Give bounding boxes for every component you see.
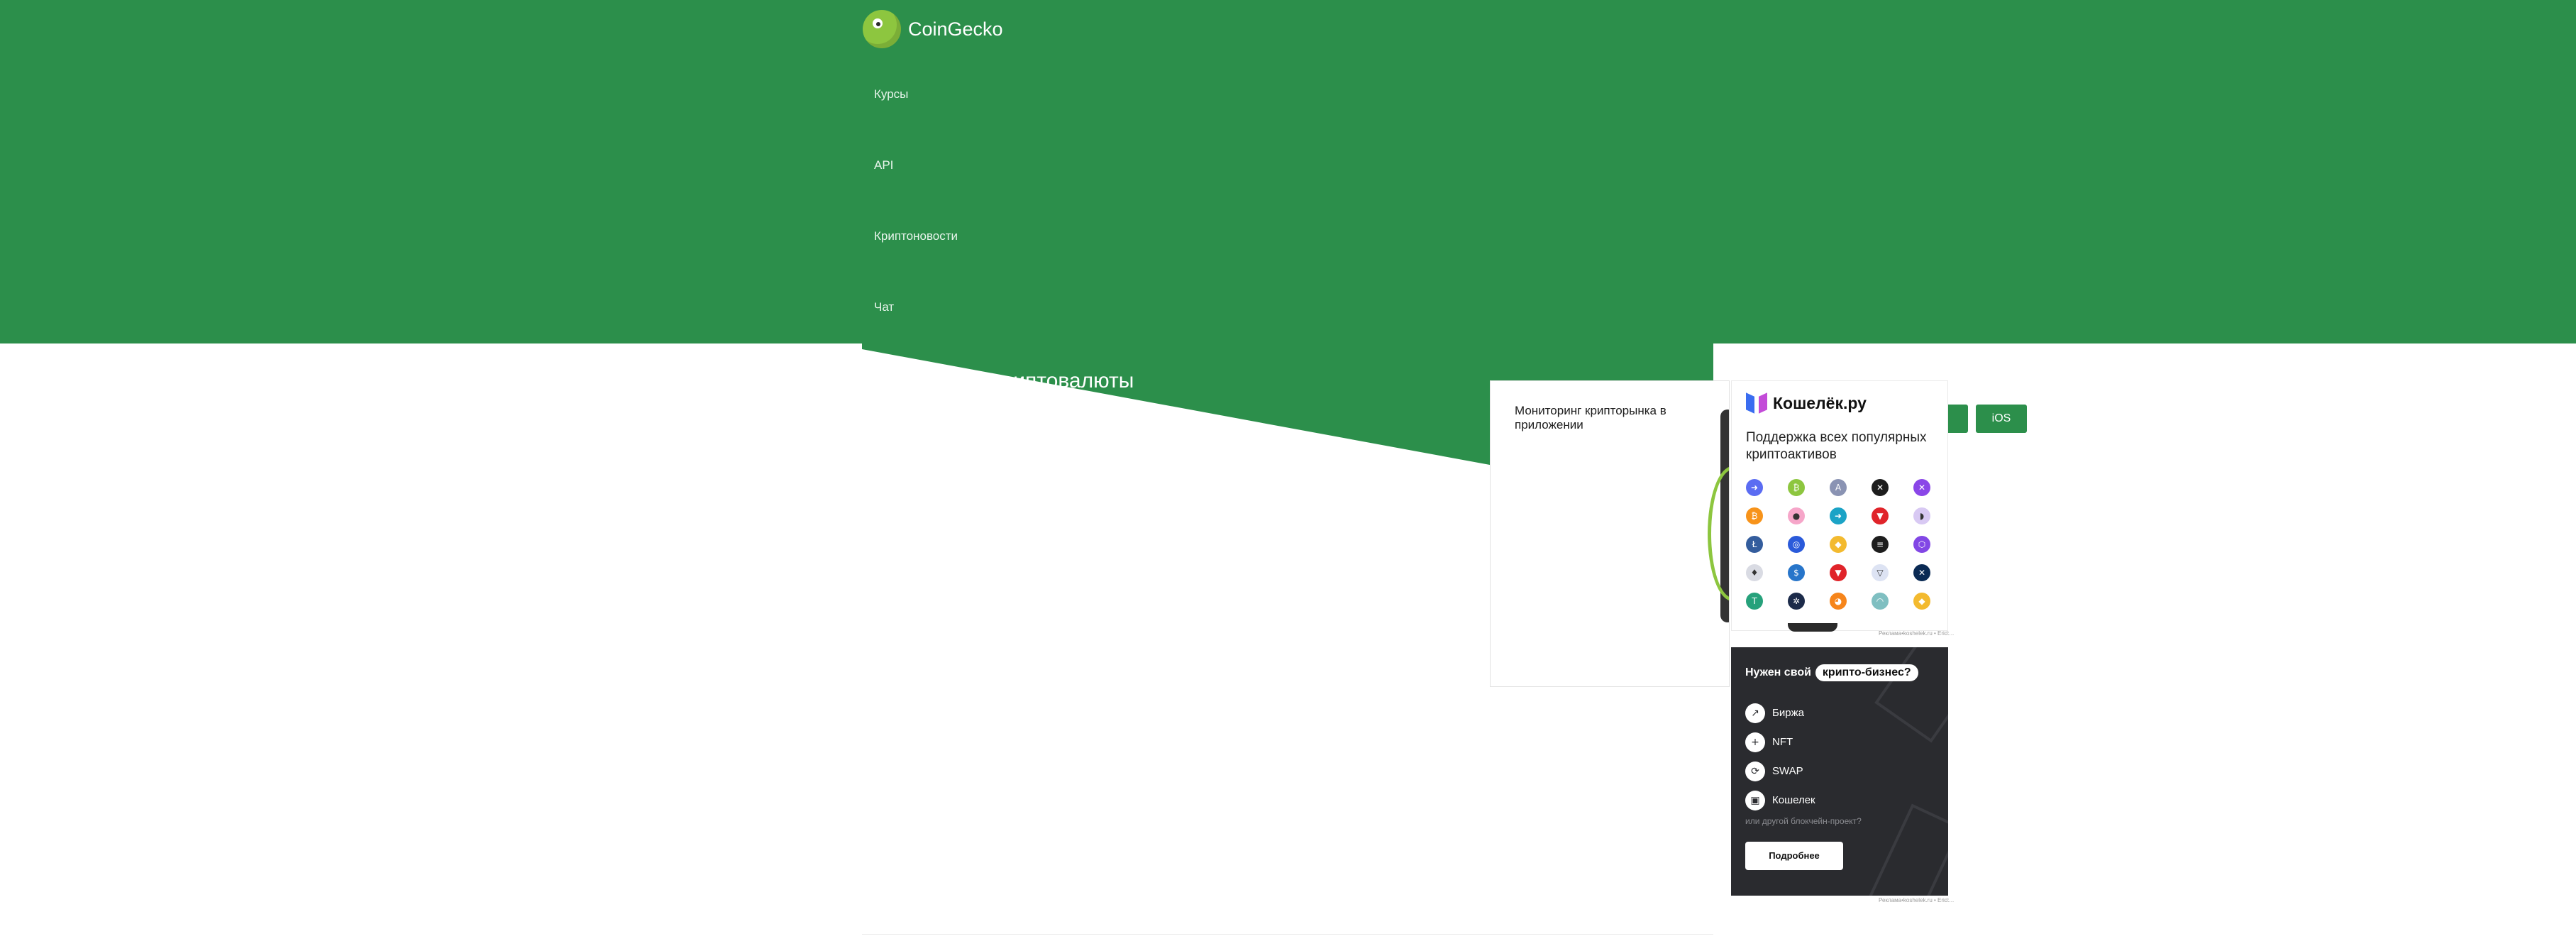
koshelek-header: Кошелёк.ру bbox=[1746, 394, 1867, 413]
page-title: Популярные криптовалюты bbox=[863, 369, 1134, 393]
business-ad-title-pill: крипто-бизнес? bbox=[1815, 664, 1918, 681]
coin-icon: ◎ bbox=[1788, 536, 1805, 553]
phone-bottom-graphic bbox=[1788, 623, 1837, 632]
coin-icon: A bbox=[1830, 479, 1847, 496]
coin-icon: ▼ bbox=[1830, 564, 1847, 581]
business-list: ↗ Биржа + NFT ⟳ SWAP ▣ Кошелек bbox=[1745, 698, 1815, 815]
coin-icon: ● bbox=[1788, 507, 1805, 524]
business-ad-title: Нужен свой крипто-бизнес? bbox=[1745, 664, 1918, 681]
list-item-label: Биржа bbox=[1772, 707, 1804, 719]
nav-item-courses[interactable]: Курсы bbox=[874, 84, 958, 155]
business-ad-title-text: Нужен свой bbox=[1745, 666, 1811, 678]
coin-icon: ◗ bbox=[1913, 507, 1930, 524]
site-header: CoinGecko Курсы API Криптоновости Чат bbox=[0, 0, 2576, 343]
plus-icon: + bbox=[1745, 732, 1765, 752]
chart-icon: ↗ bbox=[1745, 703, 1765, 723]
coin-icon: ✕ bbox=[1913, 479, 1930, 496]
crypto-business-ad[interactable]: Нужен свой крипто-бизнес? ↗ Биржа + NFT … bbox=[1731, 647, 1948, 896]
koshelek-logo-icon bbox=[1746, 395, 1767, 413]
business-ad-other: или другой блокчейн-проект? bbox=[1745, 816, 1862, 826]
koshelek-ad[interactable]: Кошелёк.ру Поддержка всех популярных кри… bbox=[1731, 380, 1948, 631]
phone-ring-graphic bbox=[1708, 466, 1729, 601]
list-item: ↗ Биржа bbox=[1745, 698, 1815, 727]
coin-icon: ✕ bbox=[1872, 479, 1889, 496]
coingecko-logo[interactable]: CoinGecko bbox=[863, 10, 1003, 48]
ad-credit: Реклама•koshelek.ru • Erid:... bbox=[1879, 630, 1955, 637]
decor-shape bbox=[1874, 647, 1948, 743]
coin-grid: ➜ ₿ A ✕ ✕ ₿ ● ➜ ▼ ◗ Ł ◎ ◆ ≡ ⬡ ♦ $ ▼ ▽ ✕ T ✲ ◕ ◠ ◆ bbox=[1746, 479, 1937, 610]
details-button[interactable]: Подробнее bbox=[1745, 842, 1843, 870]
coin-icon: ▼ bbox=[1872, 507, 1889, 524]
divider bbox=[862, 934, 1713, 935]
ios-store-button[interactable]: iOS bbox=[1976, 405, 2027, 433]
coin-icon: ₿ bbox=[1746, 507, 1763, 524]
list-item: + NFT bbox=[1745, 727, 1815, 757]
app-promo-text: Мониторинг крипторынка в приложении bbox=[1515, 404, 1666, 431]
coin-icon: $ bbox=[1788, 564, 1805, 581]
coin-icon: ♦ bbox=[1746, 564, 1763, 581]
coin-icon: ◠ bbox=[1872, 593, 1889, 610]
coin-icon: ⬡ bbox=[1913, 536, 1930, 553]
coin-icon: ◕ bbox=[1830, 593, 1847, 610]
nav-item-news[interactable]: Криптоновости bbox=[874, 226, 958, 297]
brand-name: CoinGecko bbox=[908, 18, 1003, 40]
list-item-label: NFT bbox=[1772, 736, 1793, 748]
coin-icon: ₿ bbox=[1788, 479, 1805, 496]
wallet-icon: ▣ bbox=[1745, 790, 1765, 810]
list-item: ▣ Кошелек bbox=[1745, 786, 1815, 815]
coin-icon: ✲ bbox=[1788, 593, 1805, 610]
gecko-logo-icon bbox=[863, 10, 901, 48]
coin-icon: Ł bbox=[1746, 536, 1763, 553]
app-promo-card: Мониторинг крипторынка в приложении bbox=[1490, 380, 1730, 687]
list-item-label: Кошелек bbox=[1772, 794, 1815, 806]
nav-item-api[interactable]: API bbox=[874, 155, 958, 226]
coin-icon: ➜ bbox=[1830, 507, 1847, 524]
main-nav: Курсы API Криптоновости Чат bbox=[874, 84, 958, 368]
ad-credit: Реклама•koshelek.ru • Erid:... bbox=[1879, 897, 1955, 903]
coin-icon: ◆ bbox=[1830, 536, 1847, 553]
list-item-label: SWAP bbox=[1772, 765, 1803, 777]
coin-icon: ◆ bbox=[1913, 593, 1930, 610]
swap-icon: ⟳ bbox=[1745, 761, 1765, 781]
coin-icon: T bbox=[1746, 593, 1763, 610]
decor-shape bbox=[1867, 803, 1948, 896]
koshelek-title: Кошелёк.ру bbox=[1773, 394, 1867, 412]
coin-icon: ▽ bbox=[1872, 564, 1889, 581]
coin-icon: ✕ bbox=[1913, 564, 1930, 581]
coin-icon: ≡ bbox=[1872, 536, 1889, 553]
koshelek-subtitle: Поддержка всех популярных криптоактивов bbox=[1746, 430, 1927, 462]
list-item: ⟳ SWAP bbox=[1745, 757, 1815, 786]
coin-icon: ➜ bbox=[1746, 479, 1763, 496]
